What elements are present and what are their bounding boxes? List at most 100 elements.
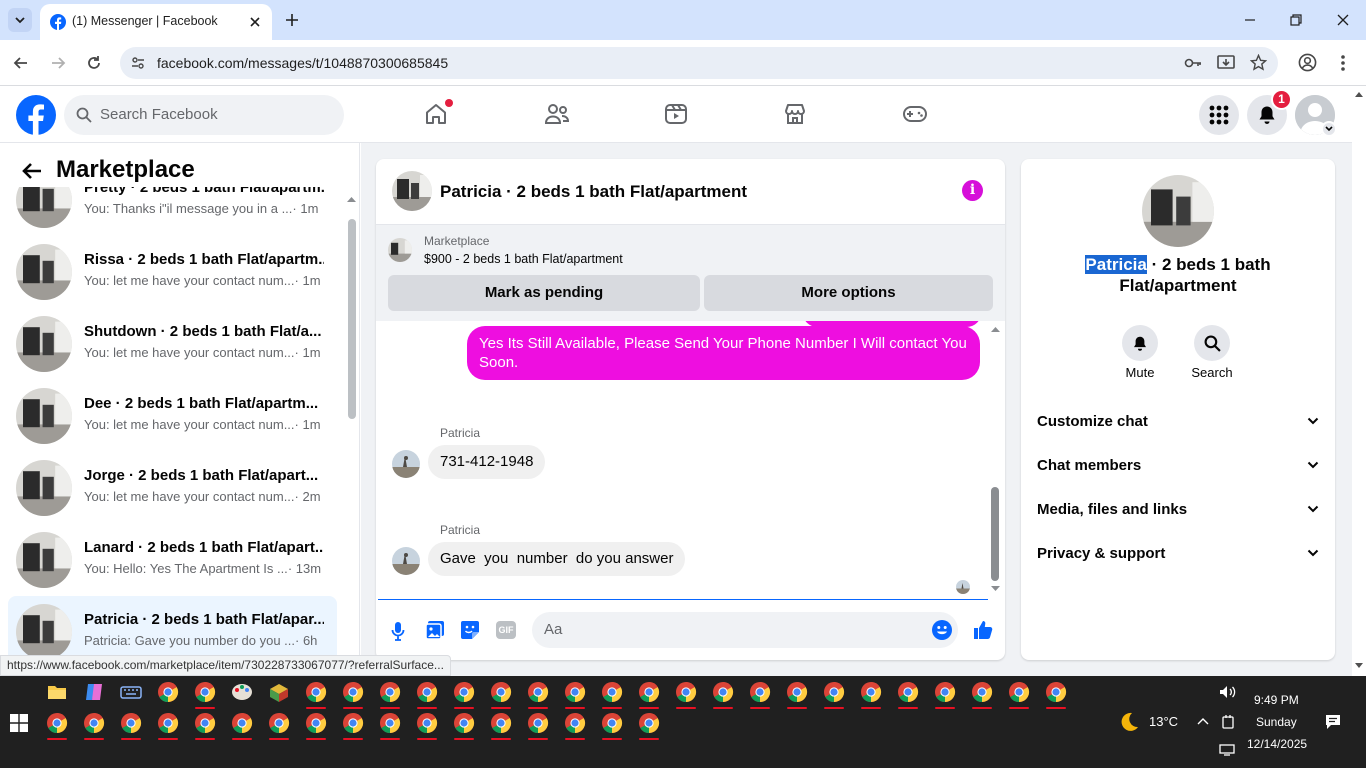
- taskbar-chrome[interactable]: [786, 681, 808, 709]
- taskbar-chrome[interactable]: [897, 681, 919, 709]
- reload-icon[interactable]: [86, 55, 102, 71]
- network-icon[interactable]: [1219, 744, 1235, 756]
- sidebar-scrollbar-thumb[interactable]: [348, 219, 356, 419]
- conversation-item[interactable]: Lanard · 2 beds 1 bath Flat/apart... You:…: [8, 524, 337, 596]
- nav-marketplace-icon[interactable]: [783, 102, 807, 126]
- taskbar-file-explorer[interactable]: [46, 681, 68, 703]
- close-window-icon[interactable]: [1337, 14, 1349, 26]
- volume-icon[interactable]: [1219, 685, 1237, 699]
- bookmark-star-icon[interactable]: [1250, 54, 1267, 71]
- mark-as-pending-button[interactable]: Mark as pending: [388, 275, 700, 311]
- taskbar-chrome[interactable]: [564, 681, 586, 709]
- password-key-icon[interactable]: [1184, 55, 1202, 71]
- sticker-icon[interactable]: [460, 620, 480, 640]
- taskbar-chrome[interactable]: [83, 712, 105, 740]
- browser-tab[interactable]: (1) Messenger | Facebook: [40, 4, 272, 40]
- chat-header-avatar[interactable]: [392, 171, 432, 211]
- taskbar-chrome[interactable]: [231, 712, 253, 740]
- taskbar-chrome[interactable]: [305, 681, 327, 709]
- taskbar-chrome[interactable]: [379, 681, 401, 709]
- scroll-up-arrow-icon[interactable]: [991, 325, 1000, 332]
- conversation-item[interactable]: Jorge · 2 beds 1 bath Flat/apart... You: …: [8, 452, 337, 524]
- taskbar-chrome[interactable]: [527, 681, 549, 709]
- nav-home[interactable]: [424, 99, 453, 126]
- emoji-icon[interactable]: [932, 620, 952, 640]
- nav-gaming-icon[interactable]: [902, 103, 928, 125]
- account-menu-chevron[interactable]: [1321, 121, 1337, 137]
- more-options-button[interactable]: More options: [704, 275, 993, 311]
- taskbar-chrome[interactable]: [305, 712, 327, 740]
- taskbar-chrome[interactable]: [379, 712, 401, 740]
- sender-avatar[interactable]: [392, 547, 420, 575]
- taskbar-chrome[interactable]: [46, 712, 68, 740]
- clock-day[interactable]: Sunday: [1256, 715, 1297, 729]
- photo-attach-icon[interactable]: [425, 620, 445, 640]
- mute-button[interactable]: [1122, 325, 1158, 361]
- tab-search-button[interactable]: [8, 8, 32, 32]
- search-conversation-button[interactable]: [1194, 325, 1230, 361]
- taskbar-chrome[interactable]: [268, 712, 290, 740]
- menu-button[interactable]: [1199, 95, 1239, 135]
- show-hidden-icons-icon[interactable]: [1197, 717, 1209, 725]
- taskbar-chrome[interactable]: [120, 712, 142, 740]
- power-plug-icon[interactable]: [1221, 714, 1235, 730]
- taskbar-chrome[interactable]: [416, 681, 438, 709]
- message-input[interactable]: Aa: [532, 612, 958, 648]
- chrome-menu-icon[interactable]: [1340, 54, 1346, 72]
- scroll-down-arrow-icon[interactable]: [991, 586, 1000, 593]
- site-info-icon[interactable]: [130, 55, 146, 71]
- weather-temp[interactable]: 13°C: [1149, 714, 1178, 729]
- clock-date[interactable]: 12/14/2025: [1247, 737, 1307, 751]
- listing-description[interactable]: $900 - 2 beds 1 bath Flat/apartment: [424, 252, 623, 266]
- taskbar-chrome[interactable]: [342, 681, 364, 709]
- taskbar-chrome[interactable]: [638, 681, 660, 709]
- taskbar-chrome[interactable]: [1008, 681, 1030, 709]
- back-arrow-icon[interactable]: [22, 163, 42, 179]
- back-icon[interactable]: [13, 55, 29, 71]
- page-scrollbar[interactable]: [1352, 87, 1366, 676]
- listing-thumbnail[interactable]: [388, 238, 412, 262]
- taskbar-chrome[interactable]: [749, 681, 771, 709]
- microphone-icon[interactable]: [391, 621, 405, 641]
- nav-video-icon[interactable]: [664, 102, 688, 126]
- close-tab-icon[interactable]: [249, 16, 261, 28]
- minimize-icon[interactable]: [1244, 14, 1256, 26]
- taskbar-chrome[interactable]: [601, 712, 623, 740]
- conversation-item[interactable]: Dee · 2 beds 1 bath Flat/apartm... You: l…: [8, 380, 337, 452]
- omnibox[interactable]: facebook.com/messages/t/1048870300685845: [120, 47, 1278, 79]
- conversation-item[interactable]: Shutdown · 2 beds 1 bath Flat/a... You: l…: [8, 308, 337, 380]
- taskbar-chrome[interactable]: [675, 681, 697, 709]
- incoming-message-bubble[interactable]: Gave you number do you answer: [428, 542, 686, 576]
- details-section-customize-chat[interactable]: Customize chat: [1037, 401, 1319, 441]
- taskbar-chrome[interactable]: [712, 681, 734, 709]
- taskbar-chrome[interactable]: [527, 712, 549, 740]
- taskbar-chrome[interactable]: [194, 681, 216, 709]
- facebook-logo-icon[interactable]: [16, 95, 56, 135]
- taskbar-keyboard[interactable]: [120, 681, 142, 703]
- facebook-search-box[interactable]: Search Facebook: [64, 95, 344, 135]
- taskbar-chrome[interactable]: [490, 681, 512, 709]
- taskbar-chrome[interactable]: [416, 712, 438, 740]
- thumbs-up-like-icon[interactable]: [973, 619, 993, 640]
- new-tab-icon[interactable]: [285, 13, 299, 27]
- taskbar-chrome[interactable]: [601, 681, 623, 709]
- conversation-item[interactable]: Rissa · 2 beds 1 bath Flat/apartm... You:…: [8, 236, 337, 308]
- notification-center-icon[interactable]: [1325, 714, 1341, 730]
- clock-time[interactable]: 9:49 PM: [1254, 693, 1299, 707]
- taskbar-chrome[interactable]: [934, 681, 956, 709]
- taskbar-chrome[interactable]: [157, 712, 179, 740]
- profile-avatar[interactable]: [1142, 175, 1214, 247]
- windows-start-icon[interactable]: [10, 714, 28, 732]
- taskbar-chrome[interactable]: [342, 712, 364, 740]
- scroll-down-arrow-icon[interactable]: [1355, 663, 1363, 669]
- taskbar-copilot[interactable]: [83, 681, 105, 703]
- taskbar-archive[interactable]: [268, 681, 290, 703]
- install-app-icon[interactable]: [1217, 54, 1235, 72]
- conversation-item[interactable]: Pretty · 2 beds 1 bath Flat/apartm... You…: [8, 187, 337, 236]
- details-section-privacy-support[interactable]: Privacy & support: [1037, 533, 1319, 573]
- taskbar-chrome[interactable]: [860, 681, 882, 709]
- details-section-media-files-and-links[interactable]: Media, files and links: [1037, 489, 1319, 529]
- nav-friends-icon[interactable]: [544, 102, 570, 126]
- taskbar-chrome[interactable]: [157, 681, 179, 703]
- taskbar-chrome[interactable]: [564, 712, 586, 740]
